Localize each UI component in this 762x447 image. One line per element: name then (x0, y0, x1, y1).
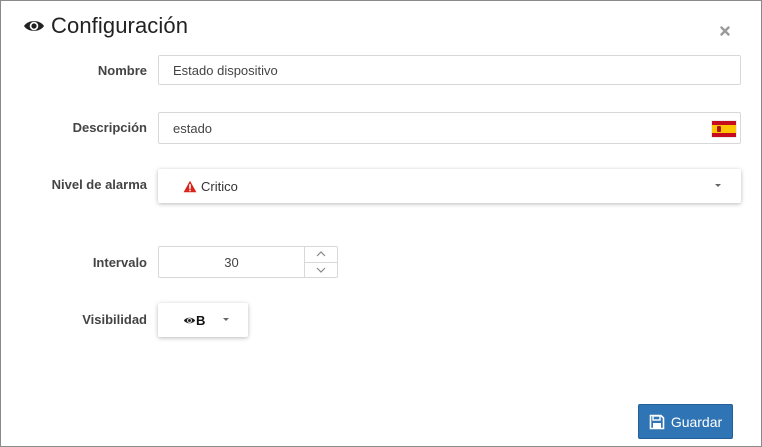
name-field[interactable]: Estado dispositivo (158, 55, 741, 85)
dialog-header: Configuración (23, 13, 188, 39)
interval-label: Intervalo (92, 255, 147, 270)
chevron-up-icon (316, 251, 326, 257)
visibility-value: B (196, 312, 206, 328)
interval-stepper[interactable]: 30 (158, 246, 338, 278)
chevron-down-icon (316, 267, 326, 273)
configuration-dialog: Configuración Nombre Estado dispositivo … (0, 0, 762, 447)
warning-icon (183, 180, 197, 193)
eye-icon (183, 316, 196, 325)
chevron-down-icon (715, 184, 721, 187)
alarm-level-label: Nivel de alarma (51, 177, 147, 192)
increment-button[interactable] (305, 247, 337, 262)
visibility-label: Visibilidad (82, 312, 147, 327)
eye-icon (23, 18, 45, 34)
save-button[interactable]: Guardar (638, 404, 733, 439)
description-value: estado (173, 120, 213, 136)
close-icon (720, 26, 730, 36)
save-label: Guardar (670, 413, 723, 430)
interval-value[interactable]: 30 (159, 247, 304, 277)
spain-flag-icon[interactable] (712, 121, 736, 137)
alarm-level-value: Critico (201, 178, 238, 194)
description-label: Descripción (72, 120, 147, 135)
chevron-down-icon (223, 318, 229, 321)
close-button[interactable] (717, 23, 733, 39)
floppy-disk-icon (649, 414, 665, 430)
description-field[interactable]: estado (158, 112, 741, 144)
name-label: Nombre (97, 63, 147, 78)
decrement-button[interactable] (305, 261, 337, 278)
interval-stepper-buttons (304, 247, 337, 277)
alarm-level-select[interactable]: Critico (158, 169, 741, 203)
visibility-select[interactable]: B (158, 303, 248, 337)
dialog-title: Configuración (51, 13, 189, 38)
name-value: Estado dispositivo (173, 62, 278, 78)
